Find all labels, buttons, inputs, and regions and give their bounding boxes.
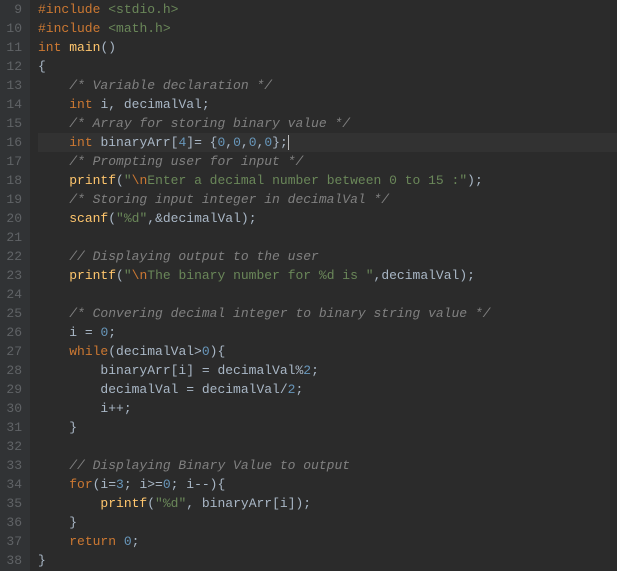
- line-number: 26: [4, 323, 22, 342]
- line-number: 23: [4, 266, 22, 285]
- line-number: 33: [4, 456, 22, 475]
- line-number: 32: [4, 437, 22, 456]
- line-number: 37: [4, 532, 22, 551]
- code-line[interactable]: scanf("%d",&decimalVal);: [38, 209, 617, 228]
- code-area[interactable]: #include <stdio.h> #include <math.h> int…: [30, 0, 617, 571]
- code-line[interactable]: for(i=3; i>=0; i--){: [38, 475, 617, 494]
- code-line[interactable]: binaryArr[i] = decimalVal%2;: [38, 361, 617, 380]
- line-number: 20: [4, 209, 22, 228]
- line-number: 24: [4, 285, 22, 304]
- line-number: 10: [4, 19, 22, 38]
- code-line[interactable]: [38, 228, 617, 247]
- line-number: 12: [4, 57, 22, 76]
- code-line[interactable]: while(decimalVal>0){: [38, 342, 617, 361]
- code-line[interactable]: /* Storing input integer in decimalVal *…: [38, 190, 617, 209]
- line-number: 22: [4, 247, 22, 266]
- line-number: 16: [4, 133, 22, 152]
- code-line-active[interactable]: int binaryArr[4]= {0,0,0,0};: [38, 133, 617, 152]
- line-number: 30: [4, 399, 22, 418]
- line-number: 21: [4, 228, 22, 247]
- code-line[interactable]: return 0;: [38, 532, 617, 551]
- code-line[interactable]: #include <math.h>: [38, 19, 617, 38]
- code-line[interactable]: }: [38, 551, 617, 570]
- code-line[interactable]: /* Array for storing binary value */: [38, 114, 617, 133]
- line-number: 31: [4, 418, 22, 437]
- code-line[interactable]: printf("\nThe binary number for %d is ",…: [38, 266, 617, 285]
- line-number: 38: [4, 551, 22, 570]
- line-number: 18: [4, 171, 22, 190]
- code-line[interactable]: i = 0;: [38, 323, 617, 342]
- line-number: 36: [4, 513, 22, 532]
- code-line[interactable]: #include <stdio.h>: [38, 0, 617, 19]
- text-cursor: [288, 135, 289, 150]
- line-number: 35: [4, 494, 22, 513]
- code-line[interactable]: {: [38, 57, 617, 76]
- line-number: 14: [4, 95, 22, 114]
- code-line[interactable]: int i, decimalVal;: [38, 95, 617, 114]
- line-number: 11: [4, 38, 22, 57]
- line-number: 28: [4, 361, 22, 380]
- code-line[interactable]: printf("%d", binaryArr[i]);: [38, 494, 617, 513]
- code-line[interactable]: // Displaying Binary Value to output: [38, 456, 617, 475]
- code-line[interactable]: decimalVal = decimalVal/2;: [38, 380, 617, 399]
- code-line[interactable]: }: [38, 418, 617, 437]
- line-number: 13: [4, 76, 22, 95]
- line-number: 27: [4, 342, 22, 361]
- line-number: 29: [4, 380, 22, 399]
- code-line[interactable]: [38, 285, 617, 304]
- code-line[interactable]: int main(): [38, 38, 617, 57]
- line-number: 19: [4, 190, 22, 209]
- code-line[interactable]: /* Convering decimal integer to binary s…: [38, 304, 617, 323]
- line-number: 34: [4, 475, 22, 494]
- line-number-gutter: 9 10 11 12 13 14 15 16 17 18 19 20 21 22…: [0, 0, 30, 571]
- line-number: 17: [4, 152, 22, 171]
- code-line[interactable]: printf("\nEnter a decimal number between…: [38, 171, 617, 190]
- code-line[interactable]: // Displaying output to the user: [38, 247, 617, 266]
- code-line[interactable]: i++;: [38, 399, 617, 418]
- code-line[interactable]: }: [38, 513, 617, 532]
- line-number: 25: [4, 304, 22, 323]
- line-number: 9: [4, 0, 22, 19]
- code-line[interactable]: /* Prompting user for input */: [38, 152, 617, 171]
- code-editor[interactable]: 9 10 11 12 13 14 15 16 17 18 19 20 21 22…: [0, 0, 617, 571]
- code-line[interactable]: /* Variable declaration */: [38, 76, 617, 95]
- code-line[interactable]: [38, 437, 617, 456]
- line-number: 15: [4, 114, 22, 133]
